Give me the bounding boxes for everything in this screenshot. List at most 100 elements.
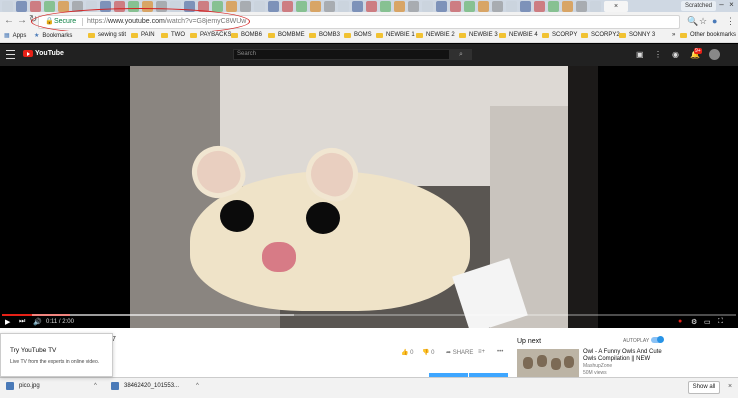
- browser-tab[interactable]: [492, 0, 503, 12]
- browser-tab[interactable]: [380, 0, 391, 12]
- video-frame[interactable]: [130, 66, 598, 328]
- browser-tab[interactable]: [338, 0, 349, 12]
- close-window-icon[interactable]: ×: [727, 0, 736, 11]
- download-item[interactable]: pico.jpg: [6, 382, 40, 390]
- show-all-button[interactable]: Show all: [688, 381, 720, 394]
- cast-icon[interactable]: ▭: [704, 318, 711, 326]
- more-actions-button[interactable]: •••: [497, 349, 503, 355]
- forward-icon[interactable]: →: [17, 15, 27, 26]
- browser-tab[interactable]: [310, 0, 321, 12]
- chevron-up-icon[interactable]: ^: [196, 383, 199, 389]
- browser-tab[interactable]: [282, 0, 293, 12]
- bookmark-label: SCORPY2: [591, 32, 620, 38]
- browser-tab[interactable]: [422, 0, 433, 12]
- browser-tab[interactable]: [296, 0, 307, 12]
- browser-tab[interactable]: [548, 0, 559, 12]
- bookmark-item[interactable]: SCORPY: [542, 32, 577, 38]
- messages-icon[interactable]: ◉: [672, 50, 679, 59]
- thumbs-down-icon: 👎: [422, 350, 430, 356]
- browser-tab[interactable]: [394, 0, 405, 12]
- bookmark-item[interactable]: BOMB6: [231, 32, 262, 38]
- extension-icon[interactable]: ●: [712, 16, 717, 26]
- browser-tab[interactable]: [408, 0, 419, 12]
- more-bookmarks-chevron[interactable]: »: [672, 32, 675, 38]
- browser-tab[interactable]: [506, 0, 517, 12]
- bookmark-item[interactable]: BOMB3: [309, 32, 340, 38]
- browser-tab[interactable]: [30, 0, 41, 12]
- browser-tab[interactable]: [44, 0, 55, 12]
- bookmark-item[interactable]: NEWBIE 2: [416, 32, 455, 38]
- upload-video-icon[interactable]: ▣: [636, 50, 644, 59]
- browser-tab[interactable]: [324, 0, 335, 12]
- browser-tab[interactable]: [2, 0, 13, 12]
- bookmark-item[interactable]: BOMBME: [268, 32, 305, 38]
- browser-tab[interactable]: [590, 0, 601, 12]
- browser-tab[interactable]: [436, 0, 447, 12]
- youtube-logo[interactable]: YouTube: [23, 50, 64, 57]
- add-to-playlist-icon[interactable]: ≡+: [478, 349, 485, 355]
- bookmark-item[interactable]: SCORPY2: [581, 32, 620, 38]
- play-icon[interactable]: ▶: [5, 318, 10, 326]
- browser-tab[interactable]: [534, 0, 545, 12]
- bookmark-item[interactable]: NEWBIE 4: [499, 32, 538, 38]
- next-icon[interactable]: ⏭: [19, 318, 25, 326]
- bookmark-item[interactable]: NEWBIE 3: [459, 32, 498, 38]
- search-input[interactable]: Search: [233, 49, 450, 60]
- browser-tab[interactable]: [58, 0, 69, 12]
- bookmark-item[interactable]: SONNY 3: [619, 32, 655, 38]
- browser-tab[interactable]: [254, 0, 265, 12]
- bookmark-item[interactable]: ▦ Apps: [4, 32, 26, 40]
- browser-tab[interactable]: [366, 0, 377, 12]
- chrome-menu-icon[interactable]: ⋮: [726, 16, 735, 27]
- browser-tab[interactable]: [478, 0, 489, 12]
- apps-grid-icon[interactable]: ⋮: [654, 50, 662, 59]
- like-button[interactable]: 👍 0: [401, 349, 414, 356]
- recommendation-thumbnail[interactable]: [517, 349, 579, 377]
- minimize-icon[interactable]: –: [717, 0, 726, 11]
- chevron-up-icon[interactable]: ^: [94, 383, 97, 389]
- browser-tab[interactable]: [562, 0, 573, 12]
- browser-tab[interactable]: [212, 0, 223, 12]
- folder-icon: [309, 32, 316, 38]
- browser-tab[interactable]: [240, 0, 251, 12]
- youtube-logo-text: YouTube: [35, 50, 64, 57]
- progress-bar[interactable]: [2, 314, 736, 316]
- fullscreen-icon[interactable]: ⛶: [718, 318, 723, 326]
- bookmark-item[interactable]: sewing stit: [88, 32, 126, 38]
- tab-active[interactable]: ×: [604, 0, 628, 12]
- bookmark-item[interactable]: NEWBIE 1: [376, 32, 415, 38]
- close-icon[interactable]: ×: [728, 383, 732, 390]
- video-player[interactable]: [0, 66, 738, 328]
- other-bookmarks[interactable]: Other bookmarks: [680, 32, 736, 38]
- bookmark-item[interactable]: ★ Bookmarks: [34, 32, 72, 40]
- bookmark-star-icon[interactable]: ☆: [699, 16, 707, 27]
- browser-tab[interactable]: [450, 0, 461, 12]
- back-icon[interactable]: ←: [4, 15, 14, 26]
- bookmark-item[interactable]: TWO: [161, 32, 185, 38]
- browser-tab[interactable]: [576, 0, 587, 12]
- share-button[interactable]: ➦ SHARE: [446, 349, 473, 356]
- browser-tab[interactable]: [226, 0, 237, 12]
- hamburger-menu-icon[interactable]: [6, 50, 15, 59]
- try-youtube-tv-popup[interactable]: Try YouTube TV Live TV from the experts …: [0, 333, 113, 377]
- autoplay-toggle-icon[interactable]: ●: [678, 318, 682, 325]
- browser-tab[interactable]: [352, 0, 363, 12]
- download-item[interactable]: 38462420_101553...: [111, 382, 179, 390]
- volume-icon[interactable]: 🔊: [33, 318, 42, 326]
- bookmark-item[interactable]: PAYBACKS: [190, 32, 231, 38]
- bookmark-item[interactable]: BOMS: [344, 32, 372, 38]
- autoplay-toggle[interactable]: [651, 336, 664, 343]
- search-icon[interactable]: 🔍: [687, 16, 698, 27]
- recommendation-title[interactable]: Owl - A Funny Owls And Cute Owls Compila…: [583, 349, 669, 363]
- recommendation-channel[interactable]: MashupZone: [583, 363, 612, 369]
- browser-tab[interactable]: [268, 0, 279, 12]
- search-button[interactable]: ⌕: [450, 49, 472, 60]
- browser-tab[interactable]: [464, 0, 475, 12]
- browser-tab[interactable]: [16, 0, 27, 12]
- browser-tab[interactable]: [520, 0, 531, 12]
- profile-badge[interactable]: Scratched: [680, 1, 716, 11]
- settings-gear-icon[interactable]: ⚙: [691, 318, 697, 326]
- bookmark-item[interactable]: PAIN: [131, 32, 155, 38]
- avatar[interactable]: [709, 49, 720, 60]
- dislike-button[interactable]: 👎 0: [422, 349, 435, 356]
